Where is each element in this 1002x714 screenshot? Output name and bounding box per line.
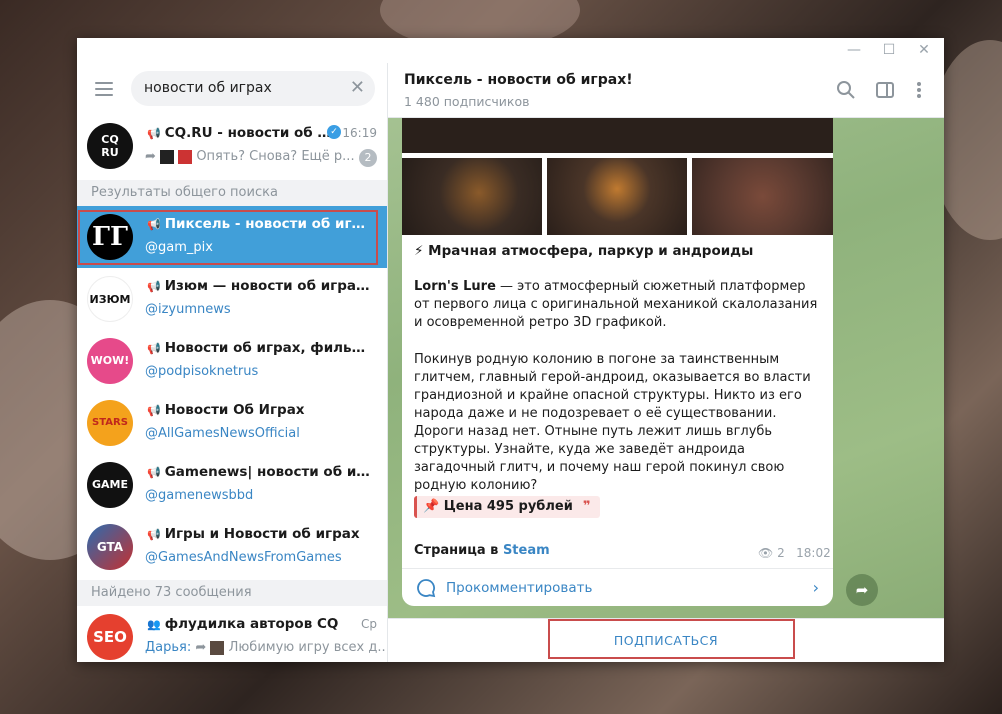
- search-result-gamesandnews[interactable]: GTA 📢 Игры и Новости об играх @GamesAndNe…: [77, 516, 387, 578]
- result-title: 📢 Игры и Новости об играх: [147, 526, 360, 542]
- chat-title: 📢 CQ.RU - новости об и...: [147, 125, 332, 141]
- channel-header: Пиксель - новости об играх! 1 480 подпис…: [388, 63, 944, 118]
- search-input[interactable]: новости об играх: [144, 80, 272, 96]
- message-preview: Дарья: ➦ Любимую игру всех д...: [145, 640, 388, 655]
- post-image-3[interactable]: [692, 158, 833, 235]
- forward-icon: ➦: [195, 640, 207, 655]
- result-handle: @GamesAndNewsFromGames: [145, 550, 342, 565]
- post-meta: 👁 2 18:02: [758, 546, 831, 560]
- unread-badge: 2: [359, 149, 377, 167]
- highlight-box: [78, 210, 378, 265]
- avatar: GAME: [87, 462, 133, 508]
- avatar: GTA: [87, 524, 133, 570]
- avatar: STARS: [87, 400, 133, 446]
- comment-icon: [417, 579, 436, 598]
- post-image-main[interactable]: [402, 118, 833, 153]
- close-button[interactable]: ✕: [909, 38, 939, 63]
- result-title: 📢 Gamenews| новости об играх: [147, 464, 372, 480]
- steam-link[interactable]: Steam: [503, 543, 550, 558]
- forward-icon: ➦: [145, 149, 156, 164]
- highlight-box: [548, 619, 795, 659]
- clear-search-icon[interactable]: ✕: [350, 77, 365, 98]
- result-handle: @podpisoknetrus: [145, 364, 259, 379]
- result-title: 📢Новости об играх, фильмах и ...: [147, 340, 372, 356]
- chat-preview: ➦ Опять? Снова? Ещё р...: [145, 149, 355, 164]
- result-handle: @gamenewsbbd: [145, 488, 254, 503]
- post-heading: ⚡ Мрачная атмосфера, паркур и андроиды: [414, 243, 754, 259]
- search-result-podpisok[interactable]: WOW! 📢Новости об играх, фильмах и ... @p…: [77, 330, 387, 392]
- section-header-found: Найдено 73 сообщения: [77, 580, 387, 606]
- price-quote: 📌 Цена 495 рублей ❞: [414, 496, 601, 518]
- chat-time: 16:19: [342, 126, 377, 140]
- subscriber-count: 1 480 подписчиков: [404, 94, 530, 109]
- channel-post: ⚡ Мрачная атмосфера, паркур и андроиды L…: [402, 118, 833, 606]
- thumb-icon: [160, 149, 175, 164]
- post-paragraph-1: Lorn's Lure — это атмосферный сюжетный п…: [414, 279, 818, 330]
- maximize-button[interactable]: ☐: [874, 38, 904, 63]
- message-time: Ср: [361, 617, 377, 631]
- result-handle: @AllGamesNewsOfficial: [145, 426, 300, 441]
- eye-icon: 👁: [758, 546, 774, 560]
- comment-label: Прокомментировать: [446, 580, 593, 596]
- chat-list-panel: новости об играх ✕ CQ RU 📢 CQ.RU - новости…: [77, 63, 388, 662]
- telegram-window: — ☐ ✕ новости об играх ✕ CQ RU 📢 CQ.RU - н…: [77, 38, 944, 662]
- minimize-button[interactable]: —: [839, 38, 869, 63]
- post-image-2[interactable]: [547, 158, 687, 235]
- search-result-allgames[interactable]: STARS 📢 Новости Об Играх @AllGamesNewsOff…: [77, 392, 387, 454]
- post-image-1[interactable]: [402, 158, 542, 235]
- title-bar: — ☐ ✕: [77, 38, 944, 63]
- avatar: SEO: [87, 614, 133, 660]
- share-button[interactable]: ➦: [846, 574, 878, 606]
- thumb-icon: [178, 149, 193, 164]
- result-handle: @izyumnews: [145, 302, 231, 317]
- search-field[interactable]: новости об играх ✕: [131, 71, 375, 106]
- message-result-cq-flood[interactable]: SEO 👥 флудилка авторов CQ Ср Дарья: ➦ Люб…: [77, 606, 387, 662]
- steam-line: Страница в Steam: [414, 543, 550, 558]
- result-title: 📢Изюм — новости об играх, кин...: [147, 278, 372, 294]
- chevron-right-icon: ›: [812, 578, 819, 597]
- verified-icon: ✓: [327, 125, 341, 139]
- channel-panel: Пиксель - новости об играх! 1 480 подпис…: [388, 63, 944, 662]
- comment-bar[interactable]: Прокомментировать ›: [402, 568, 833, 606]
- more-menu-icon[interactable]: [908, 79, 930, 101]
- search-icon[interactable]: [835, 79, 857, 101]
- avatar: ИЗЮМ: [87, 276, 133, 322]
- search-result-izyum[interactable]: ИЗЮМ 📢Изюм — новости об играх, кин... @i…: [77, 268, 387, 330]
- section-header-global: Результаты общего поиска: [77, 180, 387, 206]
- thumb-icon: [210, 640, 225, 655]
- post-paragraph-2: Покинув родную колонию в погоне за таинс…: [414, 352, 811, 493]
- chat-item-cq[interactable]: CQ RU 📢 CQ.RU - новости об и... ✓ 16:19 ➦ …: [77, 115, 387, 175]
- result-title: 👥 флудилка авторов CQ: [147, 616, 339, 632]
- sidebar-toggle-icon[interactable]: [874, 79, 896, 101]
- avatar: CQ RU: [87, 123, 133, 169]
- group-icon: 👥: [147, 618, 161, 631]
- avatar: WOW!: [87, 338, 133, 384]
- result-title: 📢 Новости Об Играх: [147, 402, 305, 418]
- channel-title[interactable]: Пиксель - новости об играх!: [404, 72, 633, 88]
- search-result-gamenews[interactable]: GAME 📢 Gamenews| новости об играх @gamene…: [77, 454, 387, 516]
- menu-icon[interactable]: [95, 82, 113, 96]
